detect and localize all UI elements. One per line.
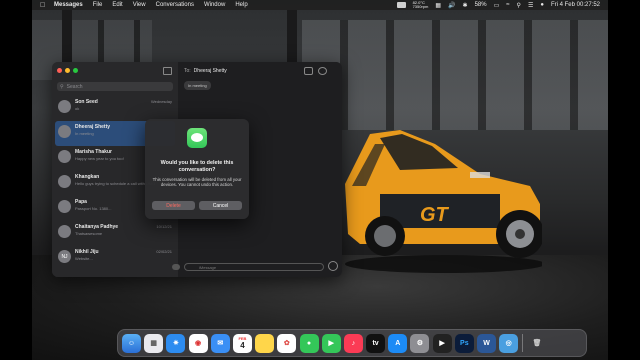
conversation-name: Son Seed xyxy=(75,99,98,105)
volume-icon[interactable]: 🔊 xyxy=(448,2,455,9)
svg-text:GT: GT xyxy=(420,204,450,226)
avatar xyxy=(58,125,71,138)
facetime-icon[interactable]: ▶ xyxy=(321,333,341,353)
menu-conversations[interactable]: Conversations xyxy=(156,2,194,8)
avatar xyxy=(58,200,71,213)
final-cut-icon[interactable]: ▶ xyxy=(432,333,452,353)
cancel-button[interactable]: Cancel xyxy=(199,201,242,210)
wallpaper-car: GT xyxy=(345,130,542,273)
to-label: To: xyxy=(184,68,191,74)
video-call-icon[interactable] xyxy=(304,67,313,75)
avatar xyxy=(58,175,71,188)
search-placeholder: Search xyxy=(66,83,83,90)
music-icon[interactable]: ♪ xyxy=(343,333,363,353)
delete-conversation-dialog: Would you like to delete this conversati… xyxy=(145,119,249,219)
conversation-time: 02/02/21 xyxy=(156,249,172,254)
conversation-item[interactable]: Chaitanya Padhye 10/12/21 Thatsawesome xyxy=(55,221,175,246)
safari-icon[interactable]: ✷ xyxy=(166,333,186,353)
fan-speed-label: 7350rpm xyxy=(412,4,429,9)
conversation-time: 10/12/21 xyxy=(156,224,172,229)
menu-edit[interactable]: Edit xyxy=(112,2,122,8)
battery-icon[interactable]: ▭ xyxy=(494,2,500,9)
messages-app-icon xyxy=(187,128,207,148)
menu-bar:  Messages File Edit View Conversations … xyxy=(32,0,608,10)
app-store-icon[interactable]: A xyxy=(388,333,408,353)
battery-percent[interactable]: 58% xyxy=(475,2,487,8)
siri-icon[interactable]: ● xyxy=(540,2,544,8)
finder-icon[interactable]: ☺ xyxy=(122,333,141,353)
mail-icon[interactable]: ✉ xyxy=(210,333,230,353)
menu-view[interactable]: View xyxy=(133,2,146,8)
conversation-item[interactable]: Son Seed Wednesday ok xyxy=(55,96,175,121)
recipient-name: Dheeraj Shetty xyxy=(193,68,227,74)
photoshop-icon[interactable]: Ps xyxy=(454,333,474,353)
conversation-name: Nikhil Jiju xyxy=(75,249,99,255)
app-menu-icon[interactable]: ▦ xyxy=(435,2,441,9)
menu-app-name[interactable]: Messages xyxy=(54,2,83,8)
avatar: NJ xyxy=(58,250,71,263)
menu-file[interactable]: File xyxy=(93,2,103,8)
delete-button[interactable]: Delete xyxy=(152,201,195,210)
dock: ☺ ▦ ✷ ◉ ✉ FEB 4 ✿ ● ▶ ♪ tv A ⚙ ▶ Ps W ◎ … xyxy=(117,329,587,357)
conversation-preview: Thatsawesome xyxy=(75,231,103,236)
conversation-name: Khangkan xyxy=(75,174,100,180)
notes-icon[interactable] xyxy=(255,333,275,353)
conversation-name: Marisha Thakur xyxy=(75,149,112,155)
launchpad-icon[interactable]: ▦ xyxy=(144,333,164,353)
clock[interactable]: Fri 4 Feb 00:27:52 xyxy=(551,2,600,8)
sensor-readout[interactable]: 82.0°C 7350rpm xyxy=(413,1,429,9)
zoom-window-button[interactable] xyxy=(73,68,78,73)
avatar xyxy=(58,225,71,238)
conversation-item[interactable]: NJ Nikhil Jiju 02/02/21 Website... xyxy=(55,246,175,271)
background-window-right xyxy=(302,20,608,130)
messages-icon[interactable]: ● xyxy=(299,333,319,353)
calendar-icon[interactable]: FEB 4 xyxy=(232,333,252,353)
emoji-icon[interactable] xyxy=(328,261,338,271)
search-input[interactable]: ⚲ Search xyxy=(57,82,173,91)
conversation-name: Papa xyxy=(75,199,87,205)
dialog-title: Would you like to delete this conversati… xyxy=(160,160,234,173)
conversation-name: Chaitanya Padhye xyxy=(75,224,119,230)
apple-menu-icon[interactable]:  xyxy=(40,2,48,9)
avatar xyxy=(58,100,71,113)
search-icon: ⚲ xyxy=(60,83,64,90)
message-input[interactable]: iMessage xyxy=(172,263,324,271)
window-controls xyxy=(57,68,78,73)
apps-icon[interactable] xyxy=(172,264,180,270)
menu-help[interactable]: Help xyxy=(235,2,247,8)
status-chip: In meeting xyxy=(184,81,211,90)
status-area: 82.0°C 7350rpm ▦ 🔊 ✱ 58% ▭ ≈ ⚲ ☰ ● Fri 4… xyxy=(396,1,600,9)
control-center-icon[interactable]: ☰ xyxy=(528,2,533,9)
stats-app-icon[interactable] xyxy=(396,2,406,8)
system-preferences-icon[interactable]: ⚙ xyxy=(410,333,430,353)
network-radar-icon[interactable]: ◎ xyxy=(499,333,519,353)
wifi-icon[interactable]: ≈ xyxy=(506,2,509,8)
calendar-day: 4 xyxy=(240,341,245,350)
conversation-preview: ok xyxy=(75,106,80,111)
conversation-time: Wednesday xyxy=(150,99,172,104)
close-window-button[interactable] xyxy=(57,68,62,73)
bluetooth-icon[interactable]: ✱ xyxy=(463,2,468,9)
avatar xyxy=(58,150,71,163)
word-icon[interactable]: W xyxy=(477,333,496,353)
apple-tv-icon[interactable]: tv xyxy=(366,333,386,353)
photos-icon[interactable]: ✿ xyxy=(277,333,297,353)
trash-icon[interactable]: 🗑 xyxy=(528,334,547,353)
dialog-message: This conversation will be deleted from a… xyxy=(152,177,242,188)
menu-window[interactable]: Window xyxy=(204,2,225,8)
recipient-field[interactable]: To: Dheeraj Shetty xyxy=(184,68,227,74)
message-placeholder: iMessage xyxy=(199,264,217,270)
conversation-preview: Website... xyxy=(75,256,93,261)
minimize-window-button[interactable] xyxy=(65,68,70,73)
compose-icon[interactable] xyxy=(163,67,172,75)
conversation-name: Dheeraj Shetty xyxy=(75,124,111,130)
chrome-icon[interactable]: ◉ xyxy=(188,333,208,353)
info-icon[interactable] xyxy=(318,67,327,75)
desktop: GT  Messages File Edit View Conversatio… xyxy=(32,0,608,360)
search-icon[interactable]: ⚲ xyxy=(517,2,521,9)
dock-separator xyxy=(522,334,524,352)
